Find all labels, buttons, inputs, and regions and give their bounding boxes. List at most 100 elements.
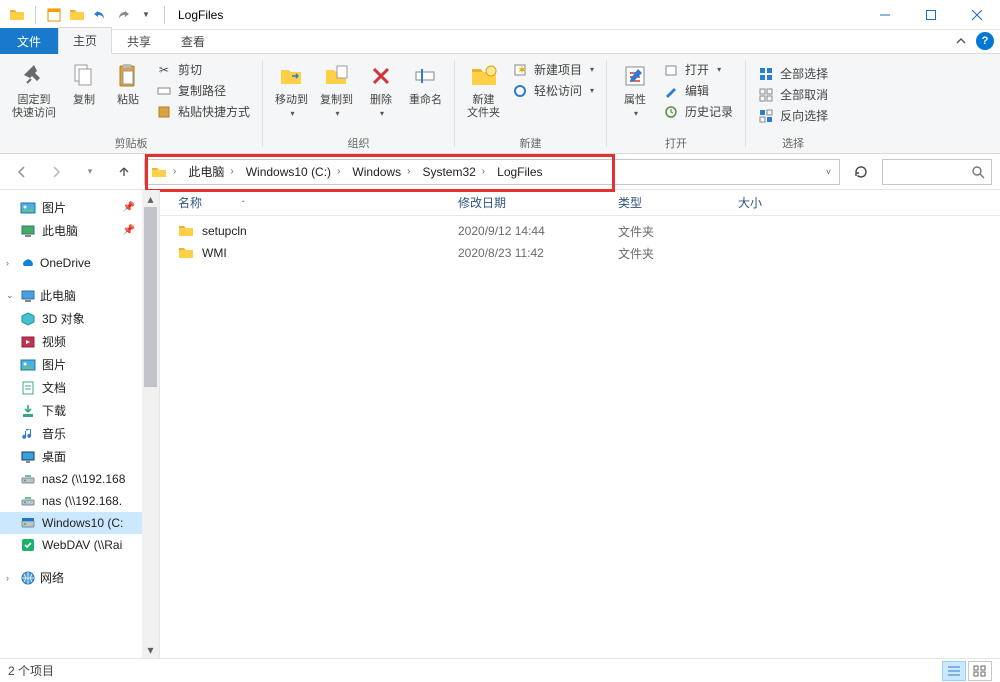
- nav-pc-item[interactable]: nas (\\192.168.: [0, 490, 159, 512]
- qat-properties-icon[interactable]: [43, 4, 65, 26]
- window-title: LogFiles: [178, 8, 223, 22]
- cut-button[interactable]: ✂剪切: [154, 60, 252, 79]
- path-icon: [156, 83, 172, 99]
- new-group-label: 新建: [520, 135, 542, 153]
- newfolder-icon: [468, 60, 500, 92]
- nav-label: WebDAV (\\Rai: [42, 538, 122, 552]
- paste-shortcut-label: 粘贴快捷方式: [178, 103, 250, 120]
- delete-button[interactable]: 删除 ▾: [359, 58, 403, 120]
- open-button[interactable]: 打开▾: [661, 60, 735, 79]
- clipboard-group-label: 剪贴板: [115, 135, 148, 153]
- pin-icon: 📌: [123, 202, 135, 213]
- new-folder-button[interactable]: 新建 文件夹: [461, 58, 506, 122]
- copy-to-button[interactable]: 复制到 ▾: [314, 58, 359, 120]
- back-button[interactable]: [8, 158, 36, 186]
- up-button[interactable]: [110, 158, 138, 186]
- pin-to-quickaccess-button[interactable]: 固定到 快速访问: [6, 58, 62, 123]
- nav-label: nas (\\192.168.: [42, 494, 122, 508]
- col-type[interactable]: 类型: [618, 194, 738, 211]
- cell-date: 2020/8/23 11:42: [458, 246, 618, 260]
- nav-pc-item[interactable]: 下载: [0, 399, 159, 422]
- copy-path-button[interactable]: 复制路径: [154, 81, 252, 100]
- pin-icon: [18, 60, 50, 92]
- tab-share[interactable]: 共享: [112, 28, 166, 54]
- qat-dropdown-icon[interactable]: ▼: [135, 4, 157, 26]
- forward-button[interactable]: [42, 158, 70, 186]
- nav-pc-item[interactable]: nas2 (\\192.168: [0, 468, 159, 490]
- properties-label: 属性: [624, 94, 646, 107]
- ribbon-collapse-icon[interactable]: [952, 32, 970, 50]
- minimize-button[interactable]: [862, 0, 908, 30]
- tab-file[interactable]: 文件: [0, 28, 58, 54]
- icons-view-button[interactable]: [968, 661, 992, 681]
- nav-network[interactable]: › 网络: [0, 566, 159, 589]
- new-item-button[interactable]: ✶新建项目▾: [510, 60, 596, 79]
- nav-pc-item[interactable]: 文档: [0, 376, 159, 399]
- qat-folder-icon[interactable]: [6, 4, 28, 26]
- tab-view[interactable]: 查看: [166, 28, 220, 54]
- nav-thispc-header[interactable]: ⌄ 此电脑: [0, 284, 159, 307]
- refresh-button[interactable]: [846, 159, 876, 185]
- svg-text:✶: ✶: [517, 63, 527, 77]
- search-icon: [971, 165, 985, 179]
- qat-redo-icon[interactable]: [112, 4, 134, 26]
- nav-quick-thispc[interactable]: 此电脑 📌: [0, 219, 159, 242]
- qat-newfolder-icon[interactable]: [66, 4, 88, 26]
- col-name[interactable]: 名称ˆ: [178, 194, 458, 211]
- scroll-up-icon[interactable]: ▴: [142, 190, 159, 207]
- invert-selection-button[interactable]: 反向选择: [756, 106, 830, 125]
- nav-pc-item[interactable]: 3D 对象: [0, 307, 159, 330]
- nav-pc-item[interactable]: 音乐: [0, 422, 159, 445]
- breadcrumb-label: 此电脑: [188, 163, 224, 180]
- recent-dropdown[interactable]: ▾: [76, 158, 104, 186]
- nav-quick-pictures[interactable]: 图片 📌: [0, 196, 159, 219]
- select-all-button[interactable]: 全部选择: [756, 64, 830, 83]
- selectnone-icon: [758, 87, 774, 103]
- address-dropdown[interactable]: ˅: [817, 160, 839, 184]
- status-bar: 2 个项目: [0, 658, 1000, 682]
- paste-shortcut-button[interactable]: 粘贴快捷方式: [154, 102, 252, 121]
- nav-scrollbar[interactable]: ▴ ▾: [142, 190, 159, 658]
- qat-undo-icon[interactable]: [89, 4, 111, 26]
- nav-pc-item[interactable]: WebDAV (\\Rai: [0, 534, 159, 556]
- rename-button[interactable]: 重命名: [403, 58, 448, 120]
- address-bar[interactable]: › 此电脑› Windows10 (C:)› Windows› System32…: [144, 159, 840, 185]
- nav-onedrive[interactable]: › OneDrive: [0, 252, 159, 274]
- tab-home[interactable]: 主页: [58, 27, 112, 54]
- scroll-down-icon[interactable]: ▾: [142, 641, 159, 658]
- scroll-thumb[interactable]: [144, 207, 157, 387]
- file-row[interactable]: WMI2020/8/23 11:42文件夹: [160, 242, 1000, 264]
- col-date[interactable]: 修改日期: [458, 194, 618, 211]
- nav-pc-item[interactable]: 桌面: [0, 445, 159, 468]
- shortcut-icon: [156, 104, 172, 120]
- copy-button[interactable]: 复制: [62, 58, 106, 123]
- breadcrumb-label: Windows10 (C:): [246, 165, 331, 179]
- breadcrumb-item[interactable]: Windows10 (C:)›: [240, 160, 347, 184]
- nav-label: 此电脑: [42, 222, 78, 239]
- breadcrumb-item[interactable]: 此电脑›: [182, 160, 239, 184]
- edit-button[interactable]: 编辑: [661, 81, 735, 100]
- file-row[interactable]: setupcln2020/9/12 14:44文件夹: [160, 220, 1000, 242]
- breadcrumb-root-icon[interactable]: ›: [145, 160, 182, 184]
- select-none-button[interactable]: 全部取消: [756, 85, 830, 104]
- move-to-button[interactable]: 移动到 ▾: [269, 58, 314, 120]
- breadcrumb-item[interactable]: LogFiles: [491, 160, 548, 184]
- select-group-label: 选择: [782, 135, 804, 153]
- open-label: 打开: [685, 61, 709, 78]
- sort-indicator-icon: ˆ: [242, 200, 245, 209]
- help-button[interactable]: ?: [976, 32, 994, 50]
- search-box[interactable]: [882, 159, 992, 185]
- nav-pc-item[interactable]: Windows10 (C:: [0, 512, 159, 534]
- history-button[interactable]: 历史记录: [661, 102, 735, 121]
- maximize-button[interactable]: [908, 0, 954, 30]
- paste-button[interactable]: 粘贴: [106, 58, 150, 123]
- breadcrumb-item[interactable]: System32›: [416, 160, 491, 184]
- nav-pc-item[interactable]: 视频: [0, 330, 159, 353]
- easy-access-button[interactable]: 轻松访问▾: [510, 81, 596, 100]
- close-button[interactable]: [954, 0, 1000, 30]
- breadcrumb-item[interactable]: Windows›: [346, 160, 416, 184]
- nav-pc-item[interactable]: 图片: [0, 353, 159, 376]
- properties-button[interactable]: 属性 ▾: [613, 58, 657, 123]
- details-view-button[interactable]: [942, 661, 966, 681]
- col-size[interactable]: 大小: [738, 194, 818, 211]
